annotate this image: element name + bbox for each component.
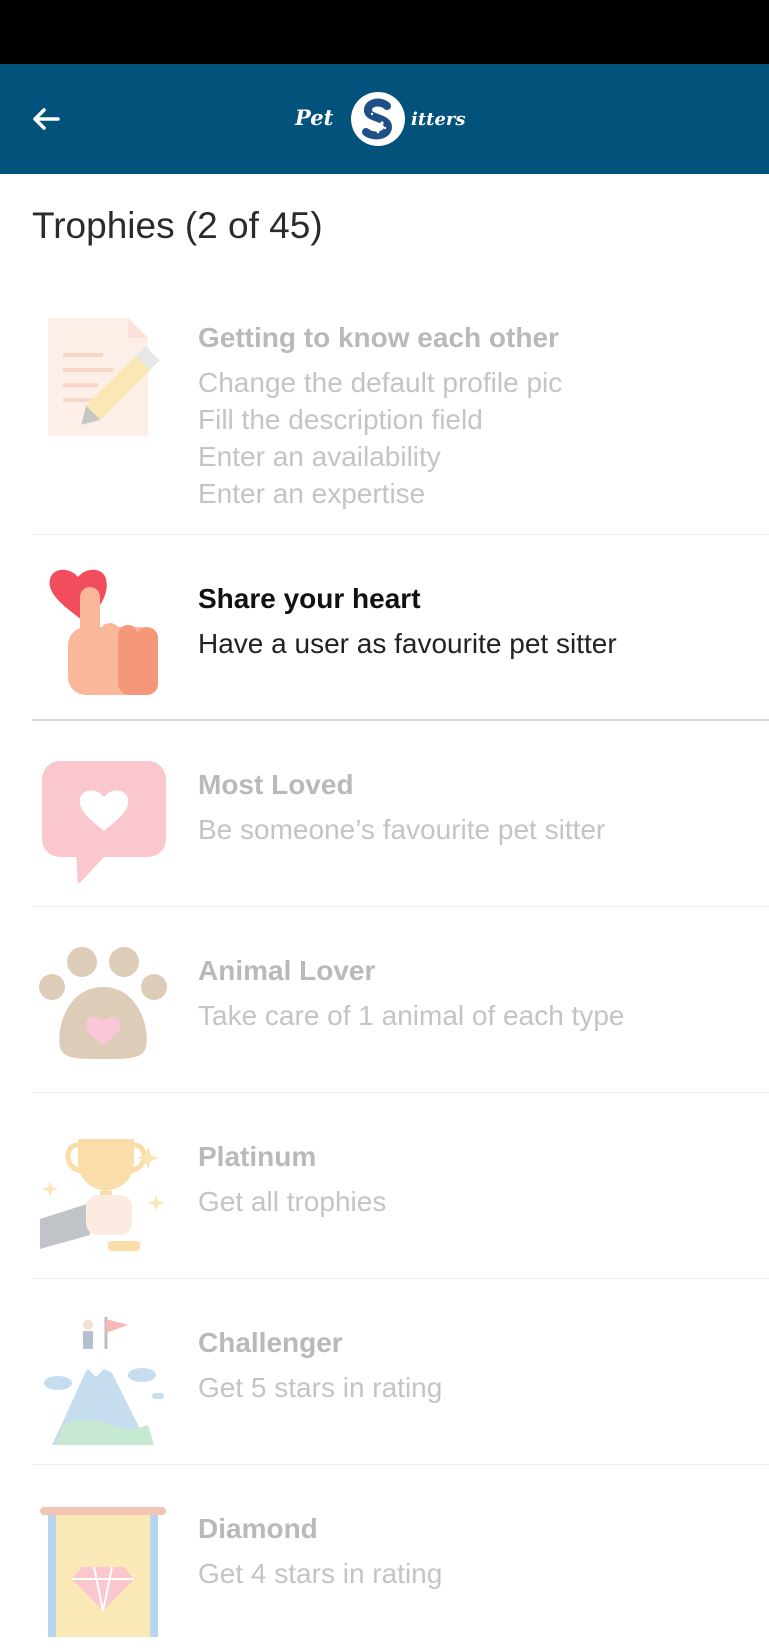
logo-s-icon (362, 98, 393, 140)
trophy-title: Most Loved (198, 769, 354, 800)
logo-text-left: Pet (295, 105, 334, 130)
app-logo: Pet itters (293, 89, 483, 149)
trophy-requirement: Have a user as favourite pet sitter (198, 628, 617, 659)
trophy-requirement: Change the default profile pic (198, 367, 563, 398)
page-title: Trophies (2 of 45) (32, 205, 323, 246)
trophy-requirement: Fill the description field (198, 404, 483, 435)
paw-heart-icon (38, 947, 168, 1077)
app-bar: Pet itters (0, 64, 769, 174)
trophy-requirement: Take care of 1 animal of each type (198, 1000, 625, 1031)
status-bar (0, 0, 769, 64)
trophy-title: Share your heart (198, 583, 421, 614)
trophy-item-animal-lover[interactable]: Animal Lover Take care of 1 animal of ea… (0, 907, 769, 1093)
back-button[interactable] (24, 97, 68, 141)
trophy-item-getting-to-know[interactable]: Getting to know each other Change the de… (0, 288, 769, 535)
trophy-item-challenger[interactable]: Challenger Get 5 stars in rating (0, 1279, 769, 1465)
trophy-requirement: Enter an availability (198, 441, 441, 472)
trophy-item-platinum[interactable]: Platinum Get all trophies (0, 1093, 769, 1279)
trophy-title: Animal Lover (198, 955, 376, 986)
trophy-title: Platinum (198, 1141, 317, 1172)
trophy-list: Getting to know each other Change the de… (0, 288, 769, 1651)
logo-text-right: itters (411, 109, 466, 130)
trophy-requirement: Enter an expertise (198, 478, 426, 509)
trophy-title: Challenger (198, 1327, 343, 1358)
hand-heart-icon (38, 565, 168, 695)
logo-circle (351, 92, 405, 146)
trophy-item-most-loved[interactable]: Most Loved Be someone’s favourite pet si… (0, 721, 769, 907)
diamond-banner-icon (38, 1507, 168, 1637)
trophy-requirement: Get all trophies (198, 1186, 387, 1217)
heart-speech-bubble-icon (38, 753, 168, 885)
trophy-requirement: Get 4 stars in rating (198, 1558, 443, 1589)
document-pencil-icon (38, 308, 168, 438)
trophy-item-diamond[interactable]: Diamond Get 4 stars in rating (0, 1465, 769, 1651)
trophy-title: Getting to know each other (198, 322, 559, 353)
trophy-item-share-your-heart[interactable]: Share your heart Have a user as favourit… (0, 535, 769, 721)
arrow-left-icon (33, 108, 60, 130)
mountain-flag-icon (38, 1315, 168, 1445)
trophy-title: Diamond (198, 1513, 318, 1544)
trophy-requirement: Be someone’s favourite pet sitter (198, 814, 606, 845)
trophy-requirement: Get 5 stars in rating (198, 1372, 443, 1403)
trophy-hand-icon (38, 1131, 168, 1261)
